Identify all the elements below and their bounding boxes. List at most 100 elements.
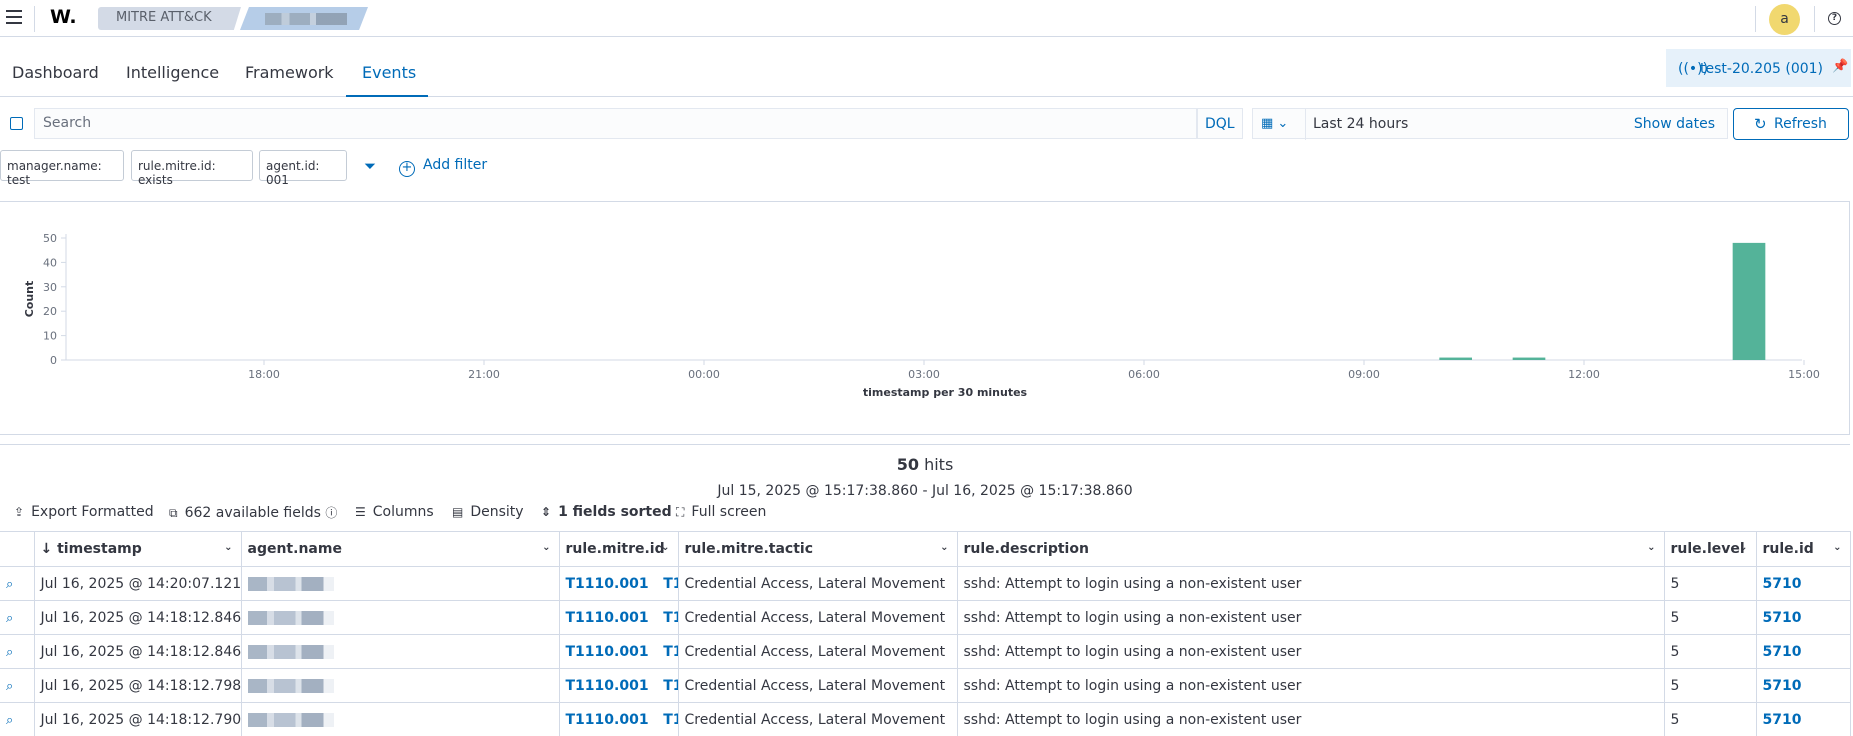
avatar[interactable]: a <box>1769 4 1800 35</box>
y-tick-label: 30 <box>43 281 57 294</box>
inspect-cell[interactable]: ⌕ <box>0 566 35 601</box>
menu-icon[interactable] <box>6 10 22 24</box>
tab-events[interactable]: Events <box>346 37 428 97</box>
date-range-label[interactable]: Last 24 hours <box>1313 116 1408 132</box>
app-logo[interactable]: W. <box>50 6 77 28</box>
date-picker[interactable]: ▦ ⌄ Last 24 hours Show dates <box>1252 108 1728 140</box>
mitre-id-link[interactable]: T1110.001 <box>566 644 649 660</box>
rule-id-cell[interactable]: 5710 <box>1756 634 1851 669</box>
column-header-timestamp[interactable]: ↓ timestamp ⌄ <box>34 531 242 567</box>
breadcrumb-current[interactable] <box>240 7 368 30</box>
column-header-rule-id[interactable]: rule.id ⌄ <box>1756 531 1851 567</box>
rule-id-cell[interactable]: 5710 <box>1756 600 1851 635</box>
table-header-row: ↓ timestamp ⌄ agent.name ⌄ rule.mitre.id ⌄ … <box>0 531 1851 567</box>
refresh-button[interactable]: ↻ Refresh <box>1733 108 1849 140</box>
show-dates-link[interactable]: Show dates <box>1634 116 1715 132</box>
tab-intelligence[interactable]: Intelligence <box>126 37 219 97</box>
density-button[interactable]: ▤ Density <box>452 504 524 520</box>
inspect-cell[interactable]: ⌕ <box>0 702 35 736</box>
table-row[interactable]: ⌕ Jul 16, 2025 @ 14:18:12.846 T1110.001 T1… <box>0 600 1851 635</box>
rule-id-cell[interactable]: 5710 <box>1756 702 1851 736</box>
rule-id-link[interactable]: 5710 <box>1763 644 1802 660</box>
mitre-id-link[interactable]: T1 <box>663 576 677 592</box>
y-tick-label: 40 <box>43 256 57 269</box>
fullscreen-button[interactable]: ⛶ Full screen <box>676 504 766 520</box>
inspect-cell[interactable]: ⌕ <box>0 600 35 635</box>
filter-pill[interactable]: rule.mitre.id: exists <box>131 150 253 187</box>
level-cell: 5 <box>1664 702 1757 736</box>
breadcrumb-mitre[interactable]: MITRE ATT&CK <box>98 7 241 30</box>
inspect-document-icon[interactable]: ⌕ <box>6 645 13 660</box>
filter-pill[interactable]: manager.name: test <box>0 150 124 187</box>
columns-button[interactable]: ☰ Columns <box>355 504 434 520</box>
search-input[interactable]: Search <box>34 108 1197 139</box>
mitre-id-link[interactable]: T1 <box>663 644 677 660</box>
histogram-bar[interactable] <box>1439 357 1472 360</box>
calendar-icon[interactable]: ▦ ⌄ <box>1261 116 1297 134</box>
table-row[interactable]: ⌕ Jul 16, 2025 @ 14:20:07.121 T1110.001 T1… <box>0 566 1851 601</box>
inspect-document-icon[interactable]: ⌕ <box>6 713 13 728</box>
query-bar: Search DQL ▦ ⌄ Last 24 hours Show dates … <box>0 108 1853 140</box>
rule-id-link[interactable]: 5710 <box>1763 576 1802 592</box>
table-row[interactable]: ⌕ Jul 16, 2025 @ 14:18:12.798 T1110.001 T1… <box>0 668 1851 703</box>
query-language-button[interactable]: DQL <box>1197 108 1243 139</box>
chevron-down-icon[interactable]: ⌄ <box>1833 542 1841 553</box>
chevron-down-icon[interactable]: ⌄ <box>661 542 669 553</box>
chevron-down-icon[interactable]: ⌄ <box>542 542 550 553</box>
timestamp-cell: Jul 16, 2025 @ 14:18:12.846 <box>34 600 242 635</box>
column-header-rule-level[interactable]: rule.level ⌄ <box>1664 531 1757 567</box>
histogram-bar[interactable] <box>1732 242 1766 360</box>
inspect-document-icon[interactable]: ⌕ <box>6 577 13 592</box>
column-header-agent-name[interactable]: agent.name ⌄ <box>241 531 560 567</box>
mitre-id-link[interactable]: T1110.001 <box>566 576 649 592</box>
column-label: rule.mitre.tactic <box>684 541 814 557</box>
mitre-id-link[interactable]: T1 <box>663 712 677 728</box>
filter-pill[interactable]: agent.id: 001 <box>259 150 347 187</box>
inspect-document-icon[interactable]: ⌕ <box>6 611 13 626</box>
rule-id-link[interactable]: 5710 <box>1763 678 1802 694</box>
filter-icon[interactable]: ⏷ <box>364 157 376 175</box>
chevron-down-icon[interactable]: ⌄ <box>224 542 232 553</box>
histogram-chart[interactable]: 0 10 20 30 40 50 18:00 21:00 00:00 03:00 06:00 09:0… <box>0 202 1850 436</box>
export-button[interactable]: ⇪ Export Formatted <box>14 504 154 520</box>
mitre-id-link[interactable]: T1 <box>663 610 677 626</box>
saved-query-icon[interactable] <box>10 117 23 130</box>
table-row[interactable]: ⌕ Jul 16, 2025 @ 14:18:12.846 T1110.001 T1… <box>0 634 1851 669</box>
column-header-rule-mitre-id[interactable]: rule.mitre.id ⌄ <box>559 531 679 567</box>
fullscreen-icon: ⛶ <box>676 505 685 519</box>
mitre-id-link[interactable]: T1110.001 <box>566 712 649 728</box>
chevron-down-icon[interactable]: ⌄ <box>1739 542 1747 553</box>
tactic-cell: Credential Access, Lateral Movement <box>678 566 958 601</box>
pin-icon[interactable]: 📌 <box>1832 59 1848 74</box>
rule-id-link[interactable]: 5710 <box>1763 610 1802 626</box>
hits-count: 50 hits <box>0 455 1850 474</box>
rule-id-cell[interactable]: 5710 <box>1756 566 1851 601</box>
tab-dashboard[interactable]: Dashboard <box>12 37 99 97</box>
chevron-down-icon[interactable]: ⌄ <box>940 542 948 553</box>
mitre-id-link[interactable]: T1110.001 <box>566 678 649 694</box>
inspect-cell[interactable]: ⌕ <box>0 634 35 669</box>
add-filter-button[interactable]: + Add filter <box>399 157 487 177</box>
histogram-bar[interactable] <box>1512 357 1546 360</box>
table-row[interactable]: ⌕ Jul 16, 2025 @ 14:18:12.790 T1110.001 T1… <box>0 702 1851 736</box>
column-label: rule.description <box>963 541 1089 557</box>
rule-id-link[interactable]: 5710 <box>1763 712 1802 728</box>
mitre-id-link[interactable]: T1110.001 <box>566 610 649 626</box>
column-header-rule-mitre-tactic[interactable]: rule.mitre.tactic ⌄ <box>678 531 958 567</box>
help-icon[interactable]: ? <box>1828 12 1841 25</box>
sort-button[interactable]: ⇕ 1 fields sorted <box>541 504 672 520</box>
available-fields-button[interactable]: ⧉ 662 available fields ⓘ <box>169 504 344 521</box>
sort-label: 1 fields sorted <box>558 504 672 520</box>
chevron-down-icon[interactable]: ⌄ <box>1647 542 1655 553</box>
inspect-document-icon[interactable]: ⌕ <box>6 679 13 694</box>
tab-framework[interactable]: Framework <box>245 37 334 97</box>
rule-id-cell[interactable]: 5710 <box>1756 668 1851 703</box>
mitre-id-link[interactable]: T1 <box>663 678 677 694</box>
column-header-actions <box>0 531 35 567</box>
y-tick-label: 0 <box>50 354 57 367</box>
agent-selector[interactable]: ((•)) test-20.205 (001) 📌 <box>1666 49 1851 87</box>
column-header-rule-description[interactable]: rule.description ⌄ <box>957 531 1665 567</box>
mitre-id-cell: T1110.001 T1 <box>559 702 679 736</box>
tactic-cell: Credential Access, Lateral Movement <box>678 600 958 635</box>
inspect-cell[interactable]: ⌕ <box>0 668 35 703</box>
